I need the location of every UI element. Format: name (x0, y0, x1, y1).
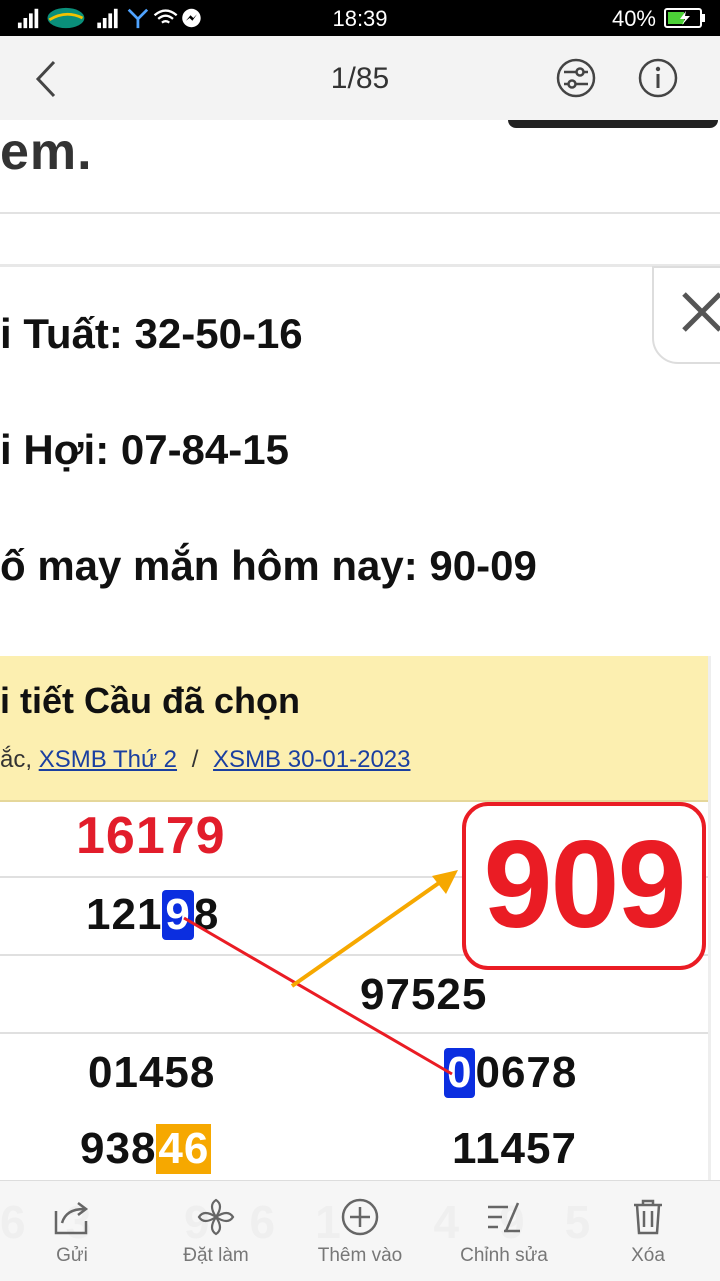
add-to-label: Thêm vào (317, 1245, 403, 1266)
adjust-icon[interactable] (554, 56, 598, 100)
edit-icon (488, 1202, 520, 1233)
edit-label: Chỉnh sửa (460, 1245, 548, 1266)
add-circle-icon (341, 1198, 379, 1236)
share-label: Gửi (56, 1245, 88, 1266)
result-badge: 909 (462, 802, 706, 970)
edit-button[interactable]: Chỉnh sửa (432, 1181, 576, 1281)
add-to-button[interactable]: Thêm vào (288, 1181, 432, 1281)
status-bar: 18:39 40% (0, 0, 720, 36)
battery-icon (664, 8, 705, 28)
set-as-label: Đặt làm (183, 1245, 249, 1266)
bottom-action-bar: 63 961 495 Gửi Đặt làm Thêm vào Chỉnh sử… (0, 1180, 720, 1281)
pinwheel-icon (197, 1198, 235, 1236)
page-counter: 1/85 (330, 62, 390, 95)
battery-percentage: 40% (611, 6, 656, 31)
image-view[interactable]: em. i Tuất: 32-50-16 i Hợi: 07-84-15 ố m… (0, 120, 720, 1180)
result-number: 909 (483, 816, 687, 954)
cau-connector-lines (183, 870, 458, 1076)
set-as-button[interactable]: Đặt làm (144, 1181, 288, 1281)
info-icon[interactable] (636, 56, 680, 100)
share-button[interactable]: Gửi (0, 1181, 144, 1281)
delete-label: Xóa (631, 1245, 665, 1266)
orange-arrow-head (432, 870, 458, 894)
app-bar: 1/85 (0, 36, 720, 121)
trash-icon (634, 1199, 662, 1235)
orange-arrow-line (290, 876, 448, 988)
red-connector-line (183, 916, 453, 1076)
delete-button[interactable]: Xóa (576, 1181, 720, 1281)
share-icon (54, 1202, 89, 1235)
